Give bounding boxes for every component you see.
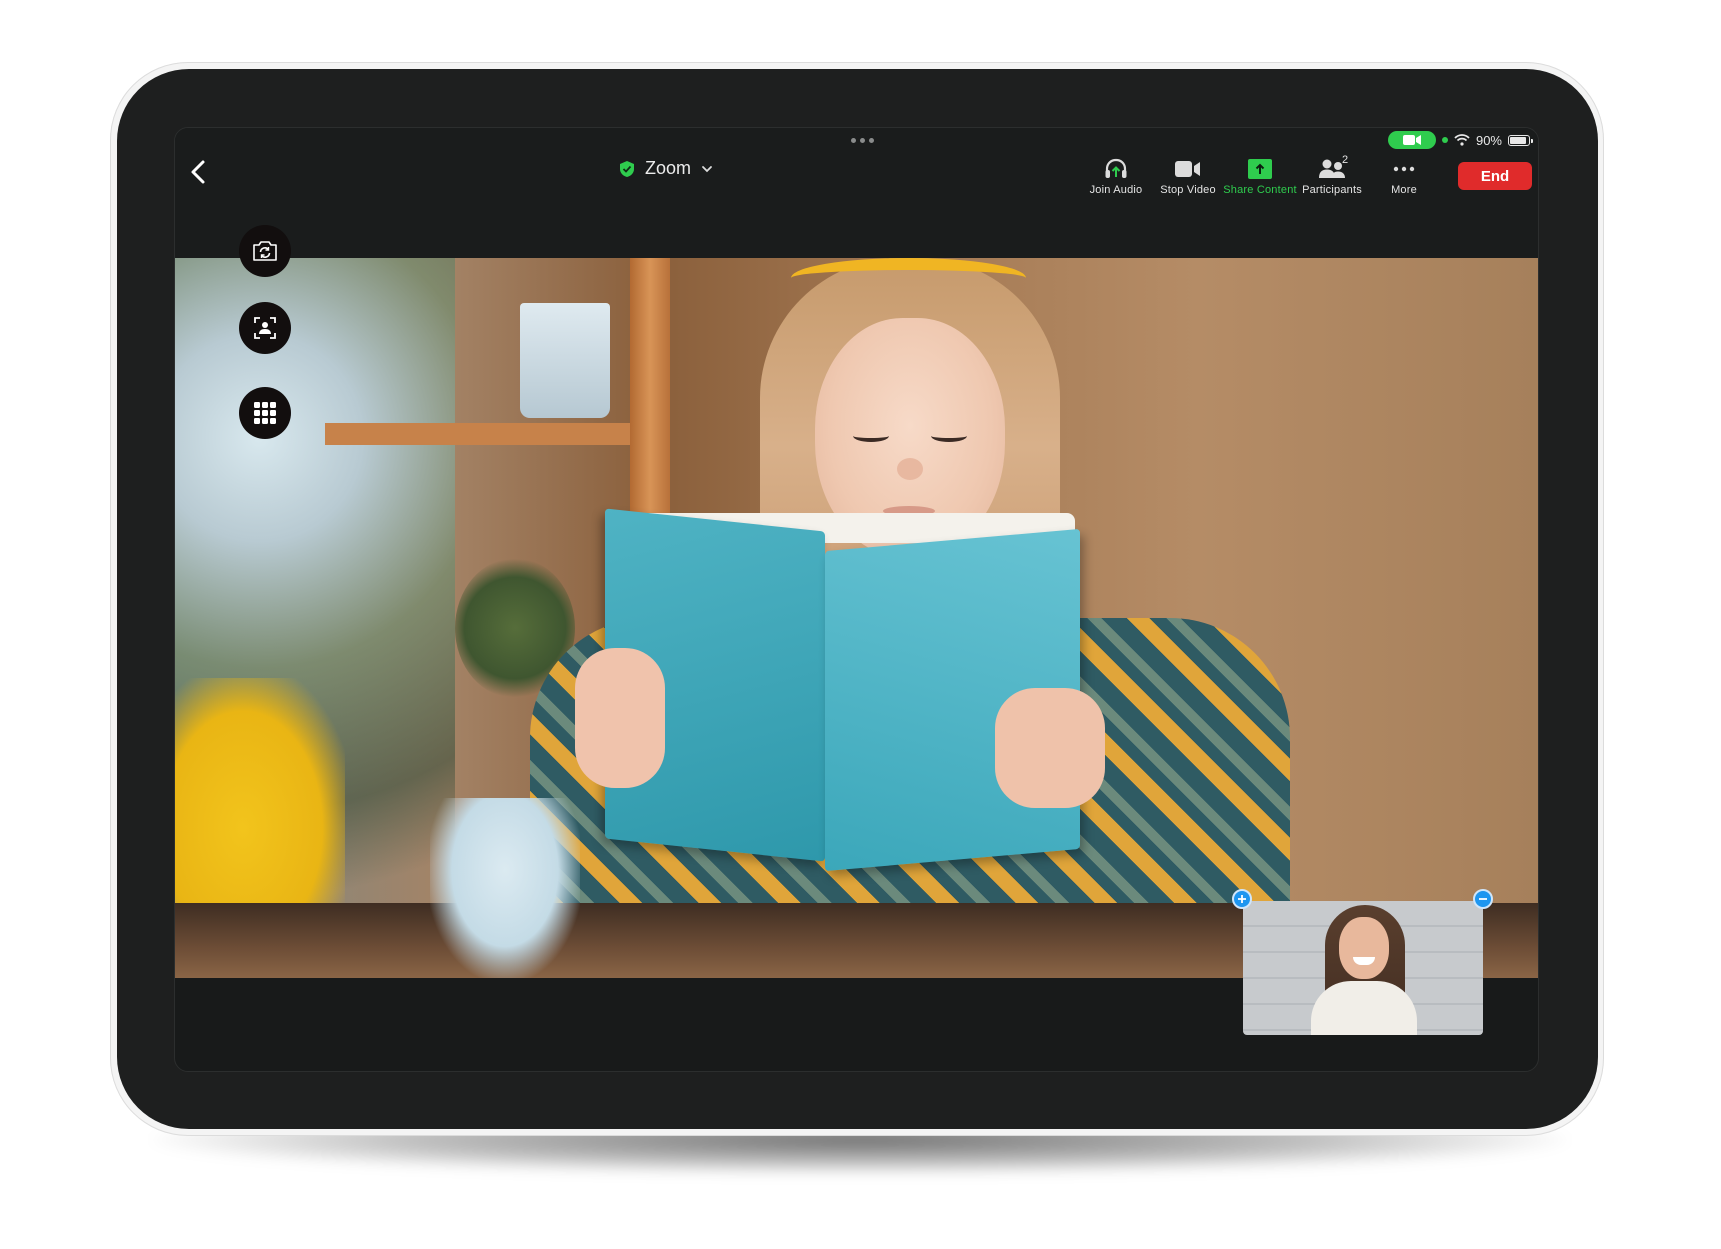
video-camera-icon xyxy=(1402,135,1421,145)
meeting-header: Zoom 90% Join Audio Stop Video Share Con… xyxy=(175,128,1538,258)
eye xyxy=(931,430,967,442)
participants-count-badge: 2 xyxy=(1342,154,1349,166)
participants-label: Participants xyxy=(1302,184,1362,196)
headphones-icon xyxy=(1105,158,1127,178)
ellipsis-icon xyxy=(1393,166,1415,172)
plus-icon xyxy=(1238,895,1246,903)
battery-percent: 90% xyxy=(1475,132,1502,148)
center-stage-button[interactable] xyxy=(239,302,291,354)
participant-hand xyxy=(995,688,1105,808)
grid-icon xyxy=(254,402,276,424)
pip-collapse-button[interactable] xyxy=(1473,889,1493,909)
battery-icon xyxy=(1508,134,1533,146)
join-audio-button[interactable]: Join Audio xyxy=(1080,156,1152,196)
meeting-title-dropdown[interactable]: Zoom xyxy=(619,158,713,179)
background-pot xyxy=(520,303,610,418)
chevron-left-icon xyxy=(191,160,205,184)
self-view-pip[interactable] xyxy=(1243,901,1483,1035)
multitasking-handle[interactable] xyxy=(851,138,874,143)
pip-expand-button[interactable] xyxy=(1232,889,1252,909)
face-frame-icon xyxy=(254,317,276,339)
join-audio-label: Join Audio xyxy=(1089,184,1143,196)
share-content-button[interactable]: Share Content xyxy=(1223,156,1297,196)
more-button[interactable]: More xyxy=(1368,156,1440,196)
stop-video-label: Stop Video xyxy=(1160,184,1216,196)
share-content-label: Share Content xyxy=(1223,184,1297,196)
switch-camera-button[interactable] xyxy=(239,225,291,277)
pip-smile xyxy=(1353,957,1375,965)
wifi-icon xyxy=(1454,134,1470,146)
shield-check-icon xyxy=(620,160,634,177)
end-meeting-button[interactable]: End xyxy=(1458,162,1532,190)
participant-hand xyxy=(575,648,665,788)
minus-icon xyxy=(1479,898,1487,900)
main-video-feed[interactable] xyxy=(175,258,1538,978)
stop-video-button[interactable]: Stop Video xyxy=(1152,156,1224,196)
pip-face xyxy=(1339,917,1389,979)
video-camera-icon xyxy=(1175,161,1200,177)
participants-button[interactable]: 2 Participants xyxy=(1296,154,1368,196)
nose xyxy=(897,458,923,480)
zoom-meeting-screen: Zoom 90% Join Audio Stop Video Share Con… xyxy=(174,127,1539,1072)
back-button[interactable] xyxy=(183,156,215,188)
meeting-toolbar: Join Audio Stop Video Share Content 2 Pa… xyxy=(1080,154,1440,196)
watering-can xyxy=(430,798,580,978)
share-upload-icon xyxy=(1248,159,1272,179)
background-shelf xyxy=(325,423,645,445)
camera-rotate-icon xyxy=(253,241,277,261)
apps-grid-button[interactable] xyxy=(239,387,291,439)
chevron-down-icon xyxy=(702,165,712,172)
more-label: More xyxy=(1391,184,1417,196)
pip-body xyxy=(1311,981,1417,1035)
participant-headband xyxy=(791,258,1026,298)
camera-in-use-indicator xyxy=(1387,131,1436,149)
eye xyxy=(853,430,889,442)
meeting-title: Zoom xyxy=(645,158,692,178)
camera-active-dot xyxy=(1441,137,1448,143)
status-bar: 90% xyxy=(1387,131,1533,149)
